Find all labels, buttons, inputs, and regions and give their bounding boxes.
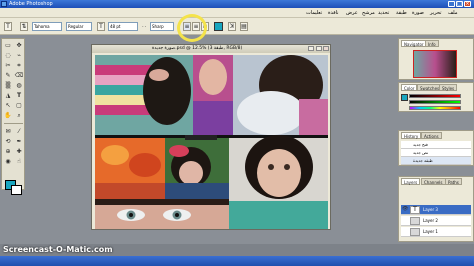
- layer-name: Layer 3: [423, 207, 438, 212]
- type-tool-icon[interactable]: T: [4, 22, 12, 31]
- text-layer-thumb-icon: T: [410, 206, 420, 214]
- watermark-text: Screencast-O-Matic.com: [3, 245, 113, 254]
- layer-thumbnail: [410, 217, 420, 225]
- toolbox-divider: [4, 123, 23, 124]
- color-panel: Color Swatches Styles: [398, 82, 474, 112]
- close-button[interactable]: ×: [464, 1, 471, 7]
- antialias-select[interactable]: Sharp: [150, 22, 174, 31]
- color-ramp[interactable]: [409, 106, 461, 110]
- layer-row[interactable]: Layer 1: [401, 227, 471, 237]
- menu-select[interactable]: تحديد: [378, 10, 389, 16]
- history-item-selected[interactable]: طبقة جديدة: [401, 157, 471, 165]
- slice-tool-icon[interactable]: ⌗: [14, 61, 24, 70]
- options-bar: T ⇅ Tahoma Regular T 48 pt - - Sharp ≡ ≡…: [0, 18, 474, 35]
- layer-row[interactable]: Layer 2: [401, 216, 471, 226]
- text-color-swatch[interactable]: [214, 22, 223, 31]
- document-title: صورة جديدة.psd @ 12.5% (طبقة 3, RGB/8): [152, 46, 243, 51]
- background-color-swatch[interactable]: [11, 185, 22, 195]
- layer-name: Layer 1: [423, 229, 438, 234]
- menu-help[interactable]: تعليمات: [306, 10, 322, 16]
- clone-stamp-tool-icon[interactable]: ⊕: [3, 147, 13, 156]
- collage-image: [95, 55, 328, 229]
- toolbox: ▭ ✥ ◌ ⌁ ✂ ⌗ ✎ ⌫ ▒ ◍ ◮ T ↖ ▢ ✋ ⌕ ✉ ⁄ ⟲ ✒ …: [1, 38, 25, 195]
- tab-actions[interactable]: Actions: [421, 132, 442, 139]
- doc-close-button[interactable]: [323, 46, 329, 51]
- pen-tool-icon[interactable]: ✒: [14, 137, 24, 146]
- antialias-dash: - -: [142, 24, 147, 29]
- menu-view[interactable]: عرض: [346, 10, 358, 16]
- eye-icon[interactable]: [402, 217, 408, 224]
- menu-edit[interactable]: تحرير: [430, 10, 442, 16]
- move-tool-icon[interactable]: ✥: [14, 41, 24, 50]
- tab-layers[interactable]: Layers: [401, 178, 421, 185]
- crop-tool-icon[interactable]: ✂: [3, 61, 13, 70]
- tab-info[interactable]: Info: [425, 40, 439, 47]
- type-tool-icon[interactable]: T: [14, 91, 24, 100]
- history-panel: History Actions فتح جديد نص جديد طبقة جد…: [398, 130, 474, 166]
- layer-name: Layer 2: [423, 218, 438, 223]
- menu-file[interactable]: ملف: [448, 10, 458, 16]
- tab-color[interactable]: Color: [401, 84, 418, 91]
- document-window: صورة جديدة.psd @ 12.5% (طبقة 3, RGB/8): [91, 44, 331, 230]
- doc-minimize-button[interactable]: [308, 46, 314, 51]
- cursor-highlight-ring: [177, 14, 207, 42]
- font-size-icon: T: [97, 22, 105, 31]
- red-slider[interactable]: [409, 94, 461, 98]
- color-panel-swatch[interactable]: [401, 94, 408, 101]
- warp-text-icon[interactable]: ꓘ: [228, 22, 236, 31]
- hand-tool-icon[interactable]: ✋: [3, 111, 13, 120]
- lasso-tool-icon[interactable]: ◌: [3, 51, 13, 60]
- gradient-tool-icon[interactable]: ▒: [3, 81, 13, 90]
- menu-bar: ملف تحرير صورة طبقة تحديد مرشح عرض نافذة…: [0, 8, 474, 18]
- blur-tool-icon[interactable]: ◍: [14, 81, 24, 90]
- document-title-bar: صورة جديدة.psd @ 12.5% (طبقة 3, RGB/8): [92, 45, 330, 53]
- menu-window[interactable]: نافذة: [328, 10, 339, 16]
- title-bar: Adobe Photoshop _ □ ×: [0, 0, 474, 8]
- smudge-tool-icon[interactable]: ☝: [14, 157, 24, 166]
- eye-icon[interactable]: [402, 228, 408, 235]
- eye-icon[interactable]: 👁: [402, 206, 408, 213]
- layer-thumbnail: [410, 228, 420, 236]
- maximize-button[interactable]: □: [456, 1, 463, 7]
- history-item[interactable]: نص جديد: [401, 149, 471, 157]
- marquee-tool-icon[interactable]: ▭: [3, 41, 13, 50]
- tab-paths[interactable]: Paths: [445, 178, 462, 185]
- palettes-toggle-icon[interactable]: ▤: [240, 22, 248, 31]
- brush-tool-icon[interactable]: ✎: [3, 71, 13, 80]
- menu-image[interactable]: صورة: [412, 10, 424, 16]
- taskbar: [0, 256, 474, 266]
- photoshop-app-icon: [1, 1, 7, 7]
- history-brush-tool-icon[interactable]: ⟲: [3, 137, 13, 146]
- navigator-panel: Navigator Info: [398, 38, 474, 80]
- tab-styles[interactable]: Styles: [439, 84, 458, 91]
- sponge-tool-icon[interactable]: ◉: [3, 157, 13, 166]
- orientation-toggle-icon[interactable]: ⇅: [20, 22, 28, 31]
- zoom-tool-icon[interactable]: ⌕: [14, 111, 24, 120]
- layer-row-active[interactable]: 👁 T Layer 3: [401, 205, 471, 215]
- font-style-select[interactable]: Regular: [66, 22, 92, 31]
- navigator-thumbnail[interactable]: [413, 50, 457, 78]
- menu-filter[interactable]: مرشح: [362, 10, 375, 16]
- layers-panel: Layers Channels Paths 👁 T Layer 3 Layer …: [398, 176, 474, 242]
- healing-tool-icon[interactable]: ✚: [14, 147, 24, 156]
- history-item[interactable]: فتح جديد: [401, 141, 471, 149]
- eraser-tool-icon[interactable]: ⌫: [14, 71, 24, 80]
- tab-navigator[interactable]: Navigator: [401, 40, 427, 47]
- tab-channels[interactable]: Channels: [421, 178, 446, 185]
- window-title: Adobe Photoshop: [9, 1, 53, 7]
- collage-canvas[interactable]: [95, 55, 328, 229]
- font-family-select[interactable]: Tahoma: [32, 22, 62, 31]
- dodge-tool-icon[interactable]: ◮: [3, 91, 13, 100]
- tab-history[interactable]: History: [401, 132, 422, 139]
- menu-layer[interactable]: طبقة: [396, 10, 407, 16]
- minimize-button[interactable]: _: [448, 1, 455, 7]
- notes-tool-icon[interactable]: ✉: [3, 127, 13, 136]
- green-slider[interactable]: [409, 100, 461, 104]
- path-selection-tool-icon[interactable]: ↖: [3, 101, 13, 110]
- doc-maximize-button[interactable]: [316, 46, 322, 51]
- eyedropper-tool-icon[interactable]: ⁄: [14, 127, 24, 136]
- font-size-select[interactable]: 48 pt: [108, 22, 138, 31]
- magic-wand-tool-icon[interactable]: ⌁: [14, 51, 24, 60]
- shape-tool-icon[interactable]: ▢: [14, 101, 24, 110]
